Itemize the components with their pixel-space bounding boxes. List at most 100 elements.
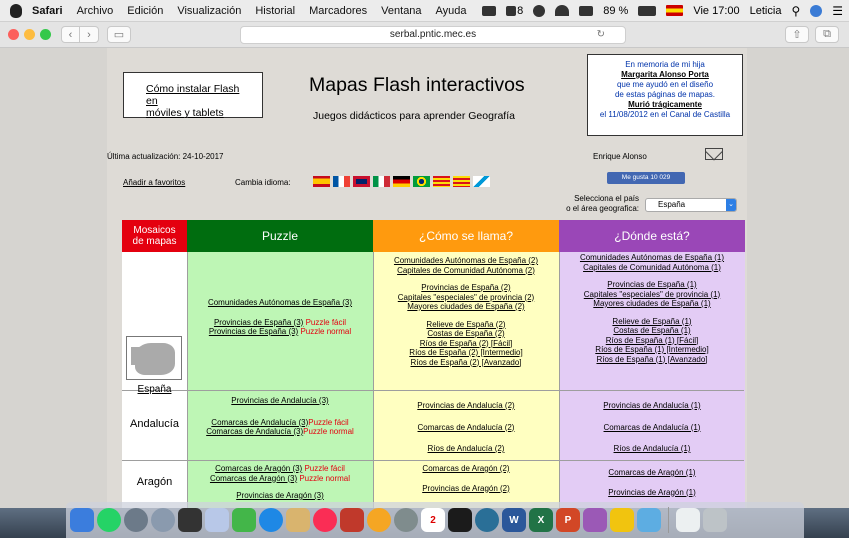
finder-icon[interactable] [70,508,94,532]
menu-archivo[interactable]: Archivo [77,5,114,17]
quiz-link[interactable]: Comarcas de Andalucía (1) [604,423,701,432]
quiz-link[interactable]: Comunidades Autónomas de España (1) [580,253,724,262]
puzzle-link[interactable]: Comarcas de Andalucía (3) [206,427,303,436]
puzzle-link[interactable]: Provincias de Andalucía (3) [231,396,328,405]
wifi-icon[interactable] [555,5,570,16]
forward-button[interactable]: › [80,26,99,43]
quiz-link[interactable]: Ríos de España (1) [Avanzado] [596,355,707,364]
safari-icon[interactable] [259,508,283,532]
share-button[interactable]: ⇧ [785,26,809,43]
contacts-icon[interactable] [286,508,310,532]
puzzle-level[interactable]: Puzzle normal [299,474,350,483]
add-favorites-link[interactable]: Añadir a favoritos [123,178,185,187]
flag-italian-icon[interactable] [373,176,390,187]
minimize-window-button[interactable] [24,29,35,40]
quiz-link[interactable]: Provincias de Aragón (1) [608,488,696,497]
downloads-stack-icon[interactable] [676,508,700,532]
tabs-overview-button[interactable]: ⧉ [815,26,839,43]
quiz-link[interactable]: Capitales "especiales" de provincia (1) [584,290,720,299]
quiz-link[interactable]: Ríos de España (1) [Intermedio] [595,345,708,354]
flag-french-icon[interactable] [333,176,350,187]
creative-cloud-icon[interactable] [482,5,497,16]
menu-ventana[interactable]: Ventana [381,5,421,17]
quiz-link[interactable]: Ríos de España (2) [Intermedio] [409,348,522,357]
flag-spanish-icon[interactable] [313,176,330,187]
menu-safari[interactable]: Safari [32,5,63,17]
back-button[interactable]: ‹ [61,26,80,43]
quiz-link[interactable]: Comarcas de Aragón (1) [608,468,695,477]
quiz-link[interactable]: Comunidades Autónomas de España (2) [394,256,538,265]
flag-portuguese-icon[interactable] [413,176,430,187]
siri-icon[interactable] [124,508,148,532]
powerpoint-icon[interactable]: P [556,508,580,532]
image-capture-icon[interactable] [637,508,661,532]
quiz-link[interactable]: Costas de España (2) [427,329,504,338]
quiz-link[interactable]: Capitales de Comunidad Autónoma (2) [397,266,535,275]
photos-icon[interactable] [367,508,391,532]
flag-galician-icon[interactable] [473,176,490,187]
spain-map-thumbnail[interactable] [126,336,182,380]
quiz-link[interactable]: Provincias de Aragón (2) [422,484,510,493]
menu-edicion[interactable]: Edición [127,5,163,17]
quiz-link[interactable]: Mayores ciudades de España (2) [407,302,524,311]
puzzle-link[interactable]: Provincias de Aragón (3) [236,491,324,500]
menu-marcadores[interactable]: Marcadores [309,5,367,17]
puzzle-level[interactable]: Puzzle normal [300,327,351,336]
time-machine-icon[interactable] [533,4,546,17]
puzzle-link[interactable]: Provincias de España (3) [214,318,303,327]
fullscreen-window-button[interactable] [40,29,51,40]
whatsapp-icon[interactable] [97,508,121,532]
puzzle-link[interactable]: Comarcas de Aragón (3) [210,474,297,483]
notification-center-icon[interactable]: ☰ [832,4,843,18]
menu-ayuda[interactable]: Ayuda [436,5,467,17]
quiz-link[interactable]: Capitales de Comunidad Autónoma (1) [583,263,721,272]
flash-install-link[interactable]: Cómo instalar Flash en móviles y tablets [146,83,239,119]
country-select[interactable]: España ⌄ [645,198,737,212]
facebook-like-button[interactable]: Me gusta 10 029 [607,172,685,184]
quiz-link[interactable]: Mayores ciudades de España (1) [593,299,710,308]
quiz-link[interactable]: Provincias de Andalucía (2) [417,401,514,410]
user-name[interactable]: Leticia [750,5,782,17]
memorial-name[interactable]: Margarita Alonso Porta [588,70,742,80]
apple-icon[interactable] [10,3,22,18]
close-window-button[interactable] [8,29,19,40]
terminal-icon[interactable] [448,508,472,532]
spotlight-icon[interactable]: ⚲ [791,4,800,18]
quiz-link[interactable]: Capitales "especiales" de provincia (2) [398,293,534,302]
puzzle-link[interactable]: Comunidades Autónomas de España (3) [208,298,352,307]
airplay-icon[interactable] [579,5,594,16]
row-espana-link[interactable]: España [122,384,187,395]
word-icon[interactable]: W [502,508,526,532]
quicktime-icon[interactable] [475,508,499,532]
quiz-link[interactable]: Ríos de Andalucía (2) [428,444,505,453]
system-preferences-icon[interactable] [394,508,418,532]
excel-icon[interactable]: X [529,508,553,532]
quiz-link[interactable]: Ríos de España (2) [Avanzado] [410,358,521,367]
address-bar[interactable]: serbal.pntic.mec.es ↻ [240,26,626,44]
app-icon[interactable] [583,508,607,532]
preview-icon[interactable] [205,508,229,532]
quiz-link[interactable]: Relieve de España (2) [426,320,505,329]
quiz-link[interactable]: Ríos de Andalucía (1) [614,444,691,453]
launchpad-icon[interactable] [151,508,175,532]
memorial-line4[interactable]: Murió trágicamente [588,100,742,110]
mission-control-icon[interactable] [178,508,202,532]
menu-historial[interactable]: Historial [255,5,295,17]
facetime-icon[interactable] [232,508,256,532]
quiz-link[interactable]: Provincias de Andalucía (1) [603,401,700,410]
quiz-link[interactable]: Costas de España (1) [613,326,690,335]
puzzle-link[interactable]: Provincias de España (3) [209,327,298,336]
folder-icon[interactable] [610,508,634,532]
puzzle-level[interactable]: Puzzle fácil [306,318,346,327]
puzzle-level[interactable]: Puzzle fácil [304,464,344,473]
puzzle-level[interactable]: Puzzle normal [303,427,354,436]
quiz-link[interactable]: Ríos de España (2) [Fácil] [420,339,512,348]
battery-icon[interactable] [638,5,657,16]
reload-icon[interactable]: ↻ [597,27,605,43]
puzzle-level[interactable]: Puzzle fácil [308,418,348,427]
flag-valencian-icon[interactable] [453,176,470,187]
puzzle-link[interactable]: Comarcas de Andalucía (3) [211,418,308,427]
flag-english-icon[interactable] [353,176,370,187]
spain-flag-icon[interactable] [666,5,684,16]
puzzle-link[interactable]: Comarcas de Aragón (3) [215,464,302,473]
